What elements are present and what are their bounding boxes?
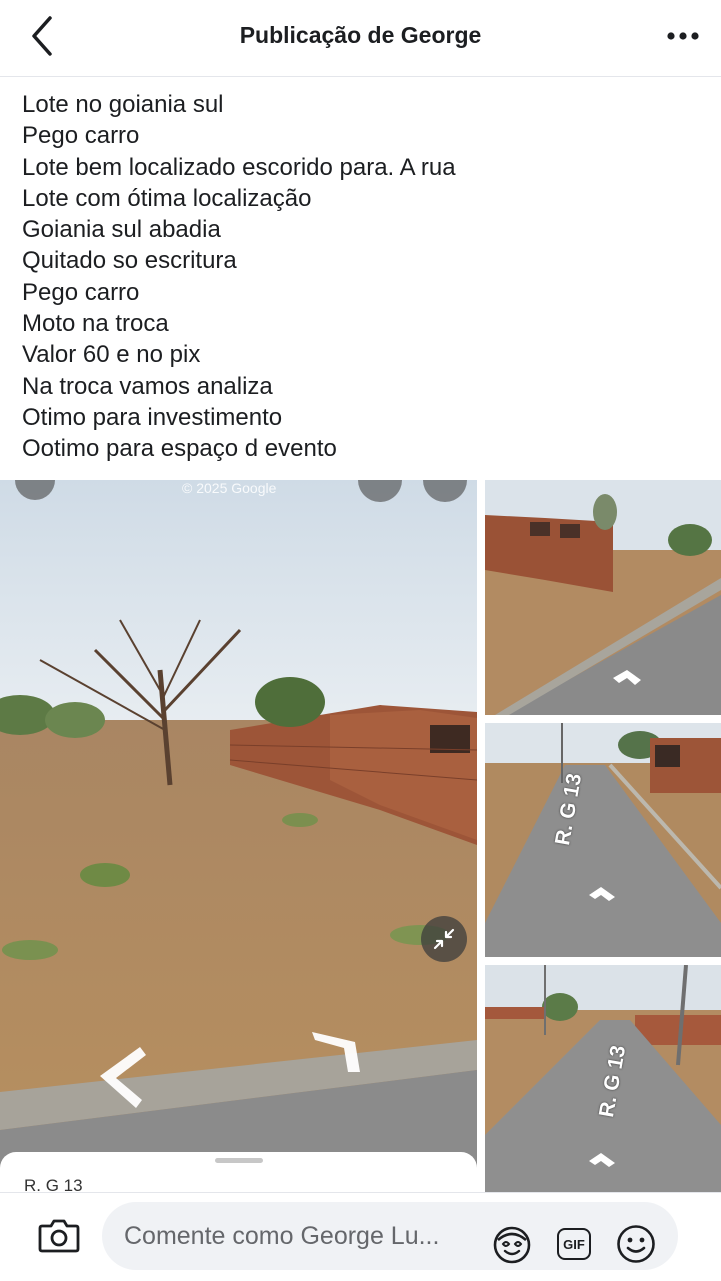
comment-bar: Comente como George Lu... GIF — [0, 1192, 721, 1281]
post-line: Lote com ótima localização — [22, 184, 312, 212]
street-view-image — [485, 723, 721, 957]
post-line: Pego carro — [22, 278, 140, 306]
panel-drag-handle[interactable] — [215, 1158, 263, 1163]
post-line: Valor 60 e no pix — [22, 341, 201, 369]
more-options-button[interactable] — [663, 18, 703, 54]
post-line: Na troca vamos analiza — [22, 372, 273, 400]
post-line: Quitado so escritura — [22, 247, 237, 275]
street-view-image — [0, 480, 477, 1192]
thumbnail-photo-1[interactable] — [485, 480, 721, 715]
thumbnail-photo-3[interactable]: R. G 13 — [485, 965, 721, 1192]
google-watermark: © 2025 Google — [182, 480, 277, 496]
avatar-sticker-button[interactable] — [490, 1222, 534, 1266]
post-header: Publicação de George — [0, 0, 721, 77]
post-line: Moto na troca — [22, 310, 169, 338]
main-photo[interactable]: © 2025 Google R. G 13 — [0, 480, 477, 1192]
shrink-icon — [433, 928, 455, 950]
camera-button[interactable] — [36, 1215, 82, 1255]
street-name-label: R. G 13 — [24, 1176, 83, 1192]
gif-icon: GIF — [557, 1228, 591, 1260]
post-line: Otimo para investimento — [22, 403, 283, 431]
avatar-sticker-icon — [493, 1226, 531, 1264]
post-line: Ootimo para espaço d evento — [22, 435, 337, 463]
camera-icon — [38, 1219, 80, 1253]
post-line: Pego carro — [22, 122, 140, 150]
post-line: Lote no goiania sul — [22, 91, 224, 118]
emoji-button[interactable] — [614, 1222, 658, 1266]
thumbnail-photo-2[interactable]: R. G 13 — [485, 723, 721, 957]
exit-fullscreen-button[interactable] — [421, 916, 467, 962]
gif-label: GIF — [563, 1236, 585, 1252]
comment-input[interactable]: Comente como George Lu... GIF — [102, 1202, 678, 1270]
photo-gallery: © 2025 Google R. G 13 R. G 13 R. G 13 — [0, 480, 721, 1192]
page-title: Publicação de George — [239, 22, 482, 48]
post-text: Lote no goiania sul Pego carro Lote bem … — [22, 89, 702, 465]
comment-placeholder: Comente como George Lu... — [124, 1222, 440, 1250]
post-line: Lote bem localizado escorido para. A rua — [22, 153, 456, 181]
street-info-panel[interactable]: R. G 13 — [0, 1152, 477, 1192]
street-view-image — [485, 480, 721, 715]
emoji-icon — [617, 1225, 655, 1263]
gif-button[interactable]: GIF — [552, 1222, 596, 1266]
post-line: Goiania sul abadia — [22, 216, 221, 244]
more-horizontal-icon — [667, 32, 699, 40]
